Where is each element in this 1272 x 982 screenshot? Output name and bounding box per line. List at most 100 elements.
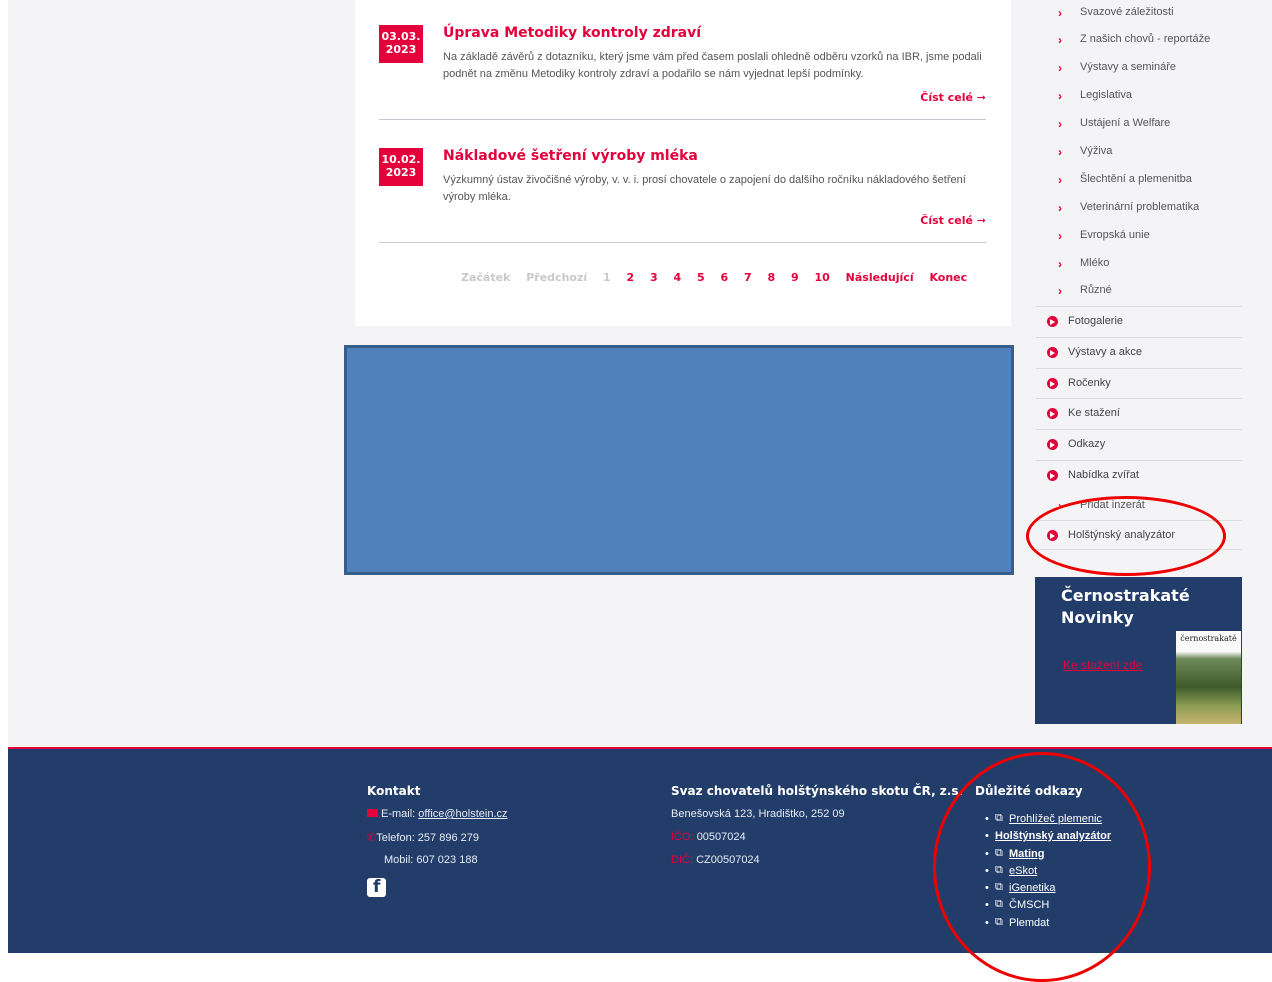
- sidebar-item-label: Fotogalerie: [1068, 315, 1124, 327]
- footer-phone: ✆Telefon: 257 896 279: [367, 831, 479, 844]
- pagination: Začátek Předchozí 1 2 3 4 5 6 7 8 9 10 N…: [461, 271, 979, 284]
- article-item: 10.02. 2023 Nákladové šetření výroby mlé…: [379, 148, 986, 243]
- arrow-circle-icon: [1047, 347, 1058, 358]
- sidebar-subitem-label: Výživa: [1080, 145, 1113, 157]
- link-text[interactable]: ČMSCH: [1009, 899, 1049, 911]
- sidebar-subitem[interactable]: › Evropská unie: [1036, 229, 1242, 257]
- link-text[interactable]: Mating: [1009, 848, 1044, 860]
- date-badge: 03.03. 2023: [379, 25, 423, 63]
- chevron-right-icon: ›: [1058, 229, 1062, 243]
- link-text[interactable]: Plemdat: [1009, 917, 1049, 929]
- sidebar-item-fotogalerie[interactable]: Fotogalerie: [1036, 306, 1242, 336]
- arrow-circle-icon: [1047, 378, 1058, 389]
- sidebar-subitem[interactable]: › Ustájení a Welfare: [1036, 117, 1242, 145]
- footer-address: Benešovská 123, Hradištko, 252 09: [671, 808, 845, 820]
- footer: Kontakt E-mail: office@holstein.cz ✆Tele…: [8, 747, 1272, 953]
- link-text[interactable]: eSkot: [1009, 865, 1037, 877]
- news-list: 03.03. 2023 Úprava Metodiky kontroly zdr…: [355, 0, 1011, 326]
- chevron-right-icon: ›: [1058, 61, 1062, 75]
- email-link[interactable]: office@holstein.cz: [418, 808, 507, 820]
- sidebar-subitem[interactable]: › Veterinární problematika: [1036, 201, 1242, 229]
- external-link-icon: ⧉: [995, 898, 1003, 910]
- link-text[interactable]: Holštýnský analyzátor: [995, 830, 1111, 842]
- sidebar-subitem[interactable]: › Výživa: [1036, 145, 1242, 173]
- dic-label: DIČ:: [671, 854, 693, 866]
- article-excerpt: Na základě závěrů z dotazníku, který jsm…: [443, 51, 982, 80]
- newsletter-title: Černostrakaté Novinky: [1061, 586, 1190, 627]
- external-link-icon: ⧉: [995, 881, 1003, 893]
- pagination-page[interactable]: 6: [720, 271, 728, 284]
- divider: [379, 242, 986, 243]
- read-more-link[interactable]: Číst celé ➞: [920, 91, 986, 104]
- chevron-right-icon: ›: [1058, 201, 1062, 215]
- divider: [379, 119, 986, 120]
- chevron-right-icon: ›: [1058, 284, 1062, 298]
- chevron-right-icon: ›: [1058, 117, 1062, 131]
- email-label: E-mail:: [381, 808, 416, 820]
- sidebar-subitem[interactable]: › Legislativa: [1036, 89, 1242, 117]
- pagination-prev: Předchozí: [526, 271, 588, 284]
- date-day: 03.03.: [381, 30, 421, 43]
- chevron-right-icon: ›: [1058, 33, 1062, 47]
- footer-mobile: Mobil: 607 023 188: [384, 854, 478, 866]
- arrow-circle-icon: [1047, 316, 1058, 327]
- date-day: 10.02.: [381, 153, 421, 166]
- pagination-page[interactable]: 9: [791, 271, 799, 284]
- pagination-page[interactable]: 2: [626, 271, 634, 284]
- pagination-next[interactable]: Následující: [846, 271, 914, 284]
- pagination-page[interactable]: 4: [673, 271, 681, 284]
- sidebar-item-ke-stazeni[interactable]: Ke stažení: [1036, 398, 1242, 428]
- facebook-icon[interactable]: f: [367, 877, 386, 897]
- chevron-right-icon: ›: [1058, 6, 1062, 20]
- redaction-box: [344, 345, 1014, 575]
- newsletter-download-link[interactable]: Ke stažení zde: [1063, 658, 1142, 672]
- arrow-circle-icon: [1047, 470, 1058, 481]
- pagination-page[interactable]: 10: [814, 271, 829, 284]
- sidebar-subitem-label: Veterinární problematika: [1080, 201, 1200, 213]
- sidebar-item-vystavy[interactable]: Výstavy a akce: [1036, 337, 1242, 367]
- sidebar-item-label: Ke stažení: [1068, 407, 1120, 419]
- external-link-icon: ⧉: [995, 847, 1003, 859]
- chevron-right-icon: ›: [1058, 499, 1062, 513]
- sidebar-subitem[interactable]: › Šlechtění a plemenitba: [1036, 173, 1242, 201]
- pagination-page[interactable]: 3: [650, 271, 658, 284]
- envelope-icon: [367, 809, 378, 817]
- sidebar-subitem-label: Mléko: [1080, 257, 1110, 269]
- article-title[interactable]: Úprava Metodiky kontroly zdraví: [443, 25, 701, 41]
- pagination-page[interactable]: 5: [697, 271, 705, 284]
- ico-value: 00507024: [696, 831, 746, 843]
- sidebar-item-label: Nabídka zvířat: [1068, 469, 1139, 481]
- read-more-link[interactable]: Číst celé ➞: [920, 214, 986, 227]
- link-text[interactable]: iGenetika: [1009, 882, 1055, 894]
- sidebar-item-odkazy[interactable]: Odkazy: [1036, 429, 1242, 459]
- sidebar-item-analyzator[interactable]: Holštýnský analyzátor: [1036, 520, 1242, 550]
- pagination-last[interactable]: Konec: [929, 271, 967, 284]
- sidebar-subitem[interactable]: › Mléko: [1036, 257, 1242, 285]
- sidebar-item-nabidka-zvirat[interactable]: Nabídka zvířat: [1036, 460, 1242, 490]
- external-link-icon: ⧉: [995, 864, 1003, 876]
- phone-icon: ✆: [367, 832, 377, 844]
- newsletter-cover-image[interactable]: černostrakaté: [1176, 631, 1241, 724]
- sidebar-item-rocenky[interactable]: Ročenky: [1036, 368, 1242, 398]
- sidebar-subitem-label: Svazové záležitosti: [1080, 6, 1174, 18]
- sidebar-subitem[interactable]: › Z našich chovů - reportáže: [1036, 33, 1242, 61]
- chevron-right-icon: ›: [1058, 89, 1062, 103]
- article-title[interactable]: Nákladové šetření výroby mléka: [443, 148, 698, 164]
- sidebar-subitem-label: Různé: [1080, 284, 1112, 296]
- article-item: 03.03. 2023 Úprava Metodiky kontroly zdr…: [379, 25, 986, 120]
- arrow-circle-icon: [1047, 530, 1058, 541]
- sidebar-subitem[interactable]: › Výstavy a semináře: [1036, 61, 1242, 89]
- sidebar-item-label: Ročenky: [1068, 377, 1111, 389]
- date-year: 2023: [385, 43, 417, 56]
- sidebar-subitem-label: Ustájení a Welfare: [1080, 117, 1171, 129]
- sidebar-subitem-label: Z našich chovů - reportáže: [1080, 33, 1211, 45]
- pagination-page[interactable]: 8: [767, 271, 775, 284]
- sidebar-subitem-label: Legislativa: [1080, 89, 1132, 101]
- link-text[interactable]: Prohlížeč plemenic: [1009, 813, 1102, 825]
- footer-contact-heading: Kontakt: [367, 784, 421, 798]
- ico-label: IČO:: [671, 831, 694, 843]
- external-link-icon: ⧉: [995, 812, 1003, 824]
- pagination-page[interactable]: 7: [744, 271, 752, 284]
- sidebar-subitem-label: Přidat inzerát: [1080, 499, 1145, 511]
- sidebar-subitem[interactable]: › Svazové záležitosti: [1036, 6, 1242, 34]
